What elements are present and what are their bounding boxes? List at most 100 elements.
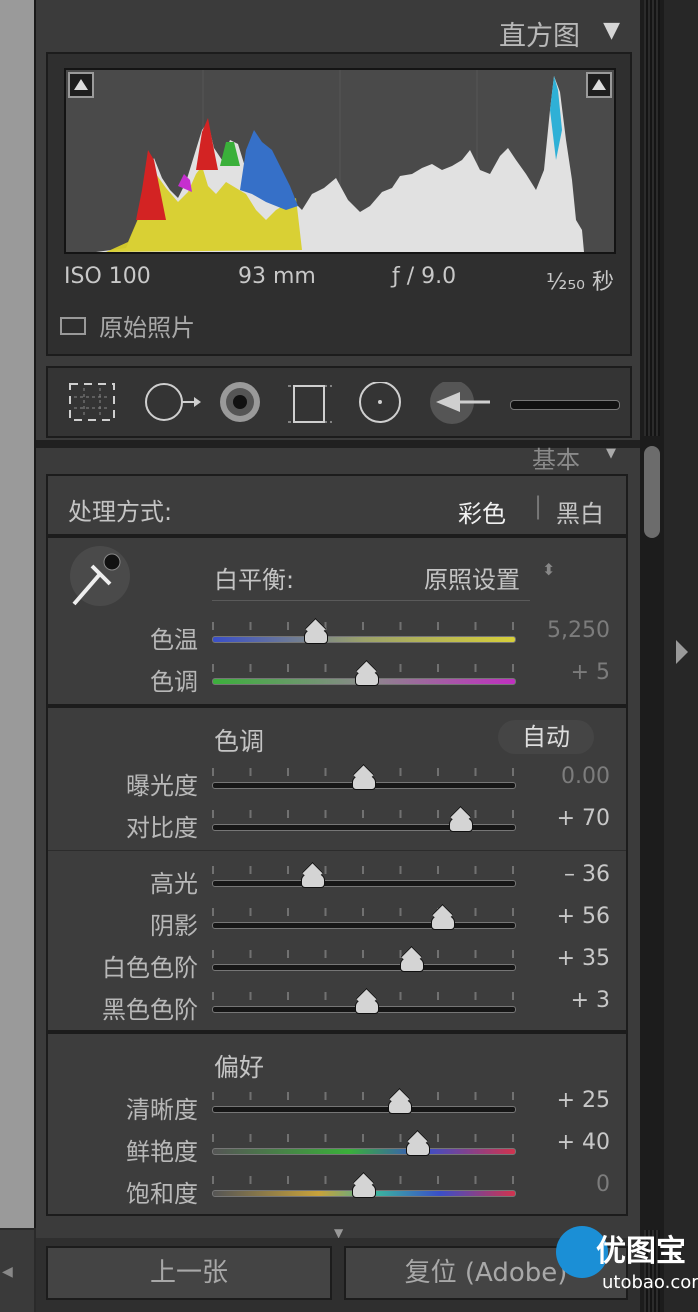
exposure-row: 曝光度 0.00	[48, 762, 630, 802]
clarity-row: 清晰度 + 25	[48, 1086, 630, 1126]
contrast-row: 对比度 + 70	[48, 804, 630, 844]
histogram-collapse-icon[interactable]: ▼	[603, 18, 620, 43]
vibrance-row: 鲜艳度 + 40	[48, 1128, 630, 1168]
wb-dropdown-arrows[interactable]: ⬍	[542, 560, 555, 579]
eyedropper-icon	[72, 553, 121, 606]
expand-right-icon[interactable]	[676, 640, 688, 664]
scrollbar-thumb[interactable]	[644, 446, 660, 538]
whites-ticks	[212, 950, 514, 958]
original-photo-checkbox[interactable]	[60, 316, 86, 335]
treatment-color-button[interactable]: 彩色	[458, 494, 506, 529]
saturation-row: 饱和度 0	[48, 1170, 630, 1210]
wb-divider	[212, 600, 530, 601]
vibrance-ticks	[212, 1134, 514, 1142]
exposure-label: 曝光度	[126, 772, 198, 800]
wb-value[interactable]: 原照设置	[424, 560, 520, 595]
tint-value[interactable]: + 5	[571, 660, 610, 685]
left-panel-lower: ◀	[0, 1230, 34, 1312]
shadows-value[interactable]: + 56	[557, 904, 610, 929]
radial-filter-icon[interactable]	[358, 381, 402, 430]
watermark-url: utobao.com	[602, 1272, 698, 1293]
treatment-separator: |	[534, 492, 543, 520]
histogram-panel: ISO 100 93 mm ƒ / 9.0 ¹⁄₂₅₀ 秒 原始照片	[46, 52, 632, 356]
tone-divider	[48, 850, 626, 851]
temp-row: 色温 5,250	[48, 616, 630, 656]
treatment-section: 处理方式: 彩色 | 黑白	[46, 474, 628, 536]
tint-label: 色调	[150, 668, 198, 696]
tone-section: 色调 自动 曝光度 0.00 对比度 + 70 高光 – 36 阴影 + 56 …	[46, 706, 628, 1032]
shadow-clipping-toggle[interactable]	[68, 72, 94, 98]
basic-collapse-icon[interactable]: ▼	[606, 446, 616, 461]
collapse-left-icon[interactable]: ◀	[2, 1264, 13, 1280]
brush-size-slider[interactable]	[510, 400, 620, 410]
highlights-label: 高光	[150, 870, 198, 898]
tint-row: 色调 + 5	[48, 658, 630, 698]
presence-title: 偏好	[214, 1053, 265, 1082]
wb-label: 白平衡:	[214, 566, 295, 594]
presence-section: 偏好 清晰度 + 25 鲜艳度 + 40 饱和度 0	[46, 1032, 628, 1216]
tool-strip	[46, 366, 632, 438]
panel-scrollbar[interactable]	[640, 0, 664, 1312]
original-photo-toggle[interactable]: 原始照片	[60, 308, 195, 343]
shadows-slider[interactable]	[212, 922, 516, 929]
saturation-label: 饱和度	[126, 1180, 198, 1208]
basic-panel-title: 基本	[532, 446, 580, 474]
shadows-ticks	[212, 908, 514, 916]
blacks-row: 黑色色阶 + 3	[48, 986, 630, 1026]
contrast-value[interactable]: + 70	[557, 806, 610, 831]
histogram-graph	[64, 68, 616, 254]
exposure-value[interactable]: 0.00	[561, 764, 610, 789]
vibrance-value[interactable]: + 40	[557, 1130, 610, 1155]
blacks-value[interactable]: + 3	[571, 988, 610, 1013]
vibrance-label: 鲜艳度	[126, 1138, 198, 1166]
original-photo-label: 原始照片	[99, 314, 196, 342]
treatment-bw-button[interactable]: 黑白	[556, 494, 604, 529]
whites-label: 白色色阶	[102, 954, 198, 982]
white-balance-section: 白平衡: 原照设置 ⬍ 色温 5,250 色调 + 5	[46, 536, 628, 706]
develop-right-panel: 直方图 ▼ ISO 100 93 mm ƒ / 9.0 ¹⁄₂₅₀ 秒 原始照片…	[36, 0, 640, 1312]
highlights-value[interactable]: – 36	[564, 862, 610, 887]
treatment-label: 处理方式:	[68, 498, 173, 526]
histogram-title: 直方图	[499, 21, 580, 52]
left-panel-edge	[0, 0, 36, 1228]
contrast-label: 对比度	[126, 814, 198, 842]
aperture-readout: ƒ / 9.0	[392, 264, 457, 289]
clarity-slider[interactable]	[212, 1106, 516, 1113]
footer-buttons: 上一张 复位 (Adobe)	[36, 1238, 640, 1312]
adjustment-brush-icon[interactable]	[430, 380, 490, 430]
spot-removal-icon[interactable]	[144, 382, 204, 426]
whites-slider[interactable]	[212, 964, 516, 971]
clarity-label: 清晰度	[126, 1096, 198, 1124]
iso-readout: ISO 100	[64, 264, 151, 289]
highlights-ticks	[212, 866, 514, 874]
temp-slider[interactable]	[212, 636, 516, 643]
tone-title: 色调	[214, 727, 265, 756]
shadows-label: 阴影	[150, 912, 198, 940]
clarity-value[interactable]: + 25	[557, 1088, 610, 1113]
highlight-clipping-toggle[interactable]	[586, 72, 612, 98]
temp-value[interactable]: 5,250	[547, 618, 610, 643]
previous-button[interactable]: 上一张	[46, 1246, 332, 1300]
clarity-ticks	[212, 1092, 514, 1100]
watermark-text: 优图宝	[596, 1234, 686, 1269]
red-eye-icon[interactable]	[218, 382, 262, 430]
whites-row: 白色色阶 + 35	[48, 944, 630, 984]
highlights-row: 高光 – 36	[48, 860, 630, 900]
white-balance-selector[interactable]	[70, 546, 130, 606]
blacks-label: 黑色色阶	[102, 996, 198, 1024]
scrollbar-rail-top	[644, 0, 660, 436]
vibrance-slider[interactable]	[212, 1148, 516, 1155]
histogram-curves	[96, 70, 584, 252]
focal-length-readout: 93 mm	[238, 264, 316, 289]
highlights-slider[interactable]	[212, 880, 516, 887]
crop-overlay-icon[interactable]	[68, 382, 116, 426]
histogram-header[interactable]: 直方图 ▼	[36, 8, 626, 52]
graduated-filter-icon[interactable]	[288, 382, 332, 430]
temp-label: 色温	[150, 626, 198, 654]
temp-ticks	[212, 622, 514, 630]
whites-value[interactable]: + 35	[557, 946, 610, 971]
shadows-row: 阴影 + 56	[48, 902, 630, 942]
shutter-readout: ¹⁄₂₅₀ 秒	[546, 270, 614, 295]
auto-tone-button[interactable]: 自动	[498, 720, 594, 754]
saturation-value[interactable]: 0	[596, 1172, 610, 1197]
